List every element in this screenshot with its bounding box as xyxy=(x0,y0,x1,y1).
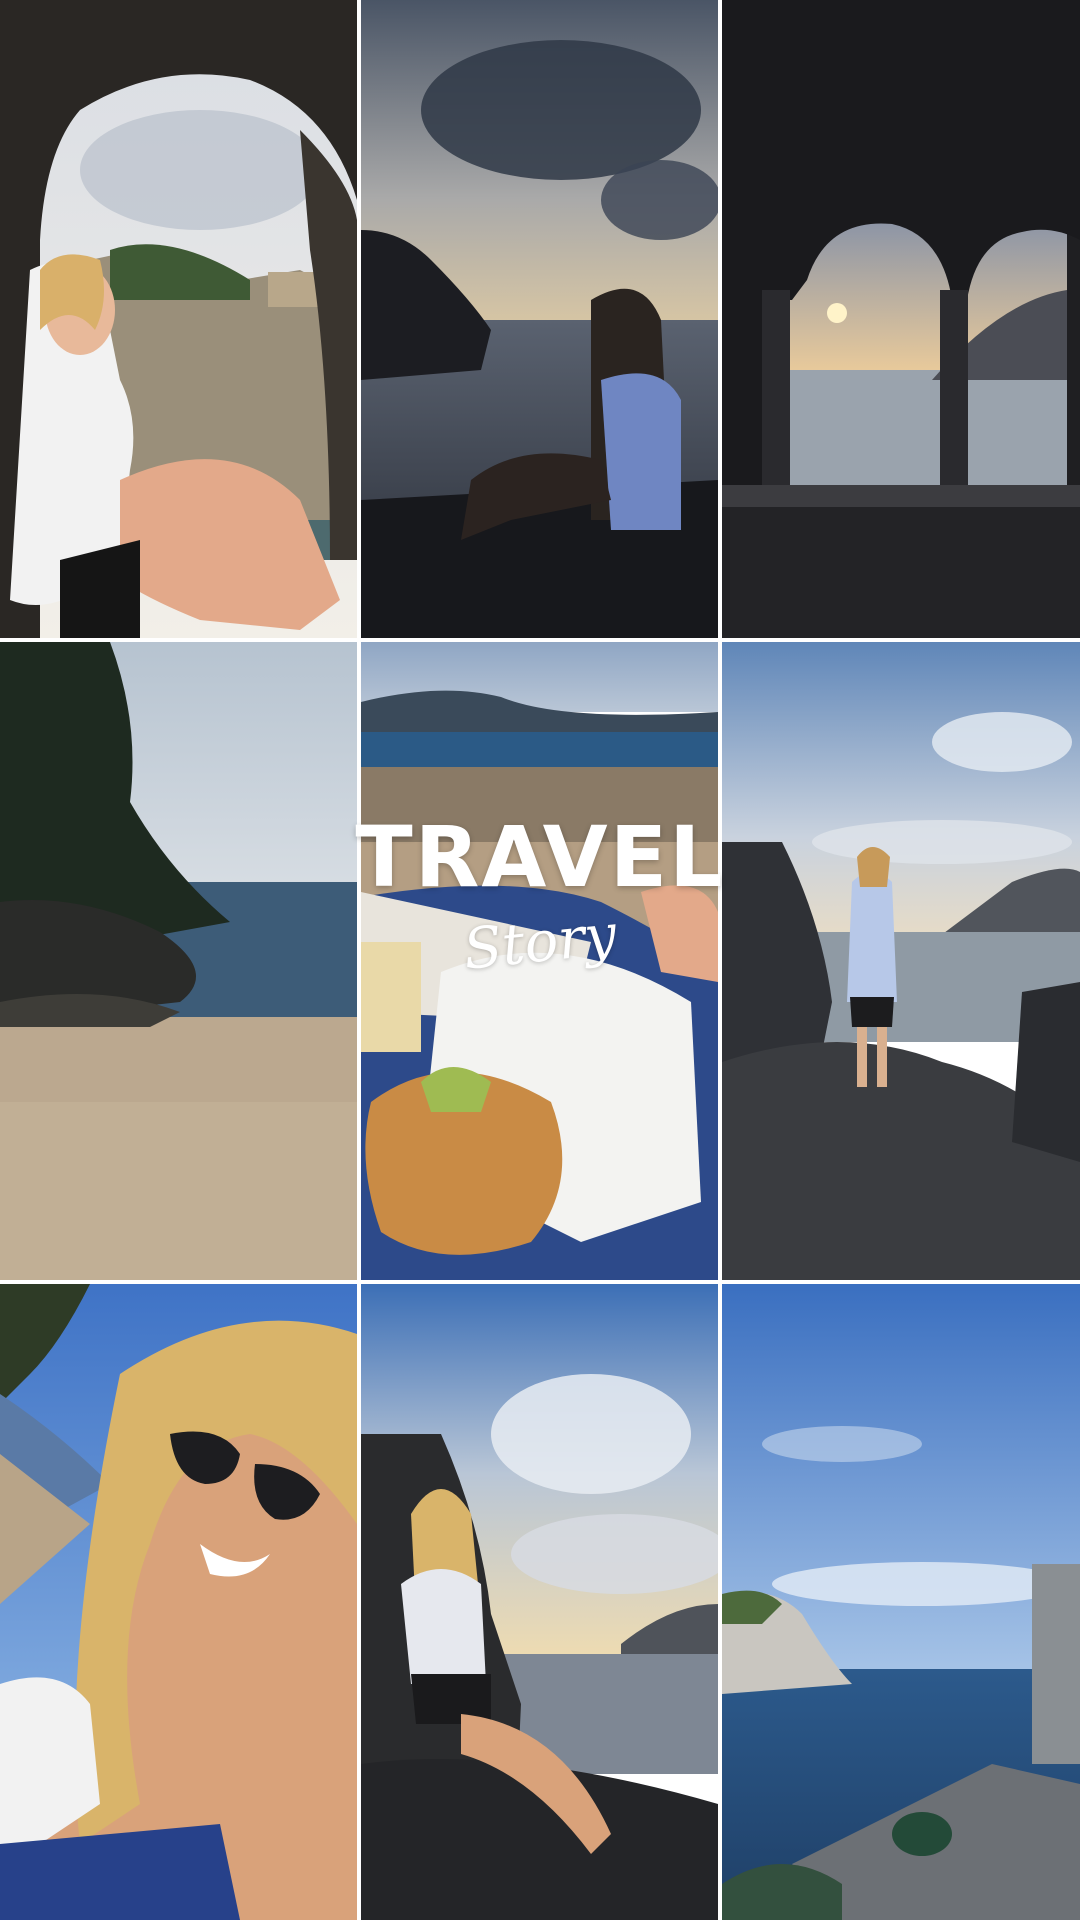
photo-woman-rocks-cloudy xyxy=(361,0,718,638)
photo-rock-arch-woman xyxy=(0,0,357,638)
photo-woman-standing-rocks xyxy=(722,642,1080,1280)
title-main-text: TRAVEL xyxy=(355,808,725,906)
photo-sandy-cove xyxy=(0,642,357,1280)
photo-harbor-blue-sky xyxy=(722,1284,1080,1920)
travel-story-title: TRAVEL Story xyxy=(340,815,740,1030)
photo-woman-leaning-rock xyxy=(361,1284,718,1920)
photo-stone-arches-sunset xyxy=(722,0,1080,638)
photo-selfie-sunglasses xyxy=(0,1284,357,1920)
title-script-text: Story xyxy=(460,902,620,983)
